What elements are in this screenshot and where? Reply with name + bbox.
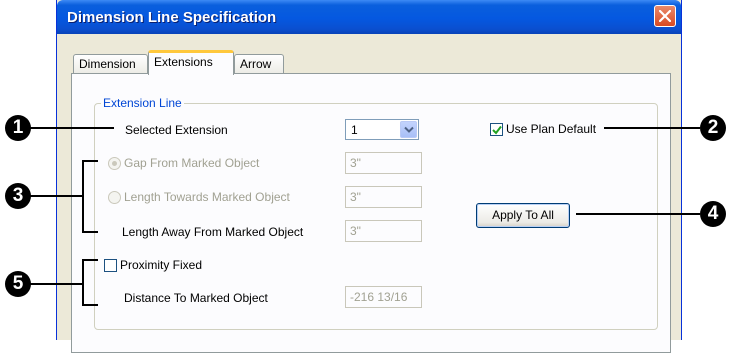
dialog-window: Dimension Line Specification Dimension E… bbox=[56, 0, 682, 353]
selected-extension-label: Selected Extension bbox=[125, 123, 228, 137]
use-plan-default-checkbox[interactable] bbox=[490, 123, 503, 136]
callout-5-bracket-bottom bbox=[82, 304, 98, 306]
callout-1: 1 bbox=[5, 115, 31, 141]
callout-4-leader bbox=[576, 213, 700, 215]
callout-3-bracket bbox=[82, 160, 84, 233]
length-towards-input[interactable] bbox=[345, 186, 422, 208]
distance-to-marked-label: Distance To Marked Object bbox=[124, 291, 268, 305]
callout-1-leader bbox=[30, 127, 114, 129]
tab-dimension[interactable]: Dimension bbox=[73, 54, 148, 74]
tab-extensions[interactable]: Extensions bbox=[148, 50, 234, 75]
length-away-input[interactable] bbox=[345, 220, 422, 242]
callout-4: 4 bbox=[700, 201, 726, 227]
use-plan-default-label[interactable]: Use Plan Default bbox=[506, 122, 596, 136]
tab-arrow[interactable]: Arrow bbox=[234, 54, 284, 74]
title-bar[interactable]: Dimension Line Specification bbox=[57, 0, 681, 34]
gap-from-marked-label: Gap From Marked Object bbox=[124, 156, 260, 170]
callout-3-bracket-bottom bbox=[82, 231, 98, 233]
callout-2: 2 bbox=[700, 115, 726, 141]
length-towards-label: Length Towards Marked Object bbox=[124, 190, 290, 204]
callout-2-leader bbox=[604, 127, 700, 129]
callout-5: 5 bbox=[5, 271, 31, 297]
radio-dot bbox=[112, 161, 117, 166]
close-icon bbox=[659, 10, 671, 22]
distance-to-marked-input[interactable] bbox=[345, 286, 422, 308]
callout-5-bracket bbox=[82, 259, 84, 306]
gap-from-marked-input[interactable] bbox=[345, 152, 422, 174]
callout-3-leader bbox=[30, 195, 82, 197]
proximity-fixed-label[interactable]: Proximity Fixed bbox=[120, 258, 202, 272]
dropdown-button[interactable] bbox=[400, 121, 417, 138]
dialog-title: Dimension Line Specification bbox=[67, 9, 277, 26]
callout-3: 3 bbox=[5, 183, 31, 209]
close-button[interactable] bbox=[654, 5, 676, 27]
selected-extension-select[interactable]: 1 bbox=[345, 119, 419, 140]
group-label: Extension Line bbox=[101, 96, 184, 110]
callout-5-bracket-top bbox=[82, 259, 98, 261]
length-away-label: Length Away From Marked Object bbox=[122, 225, 304, 239]
gap-from-marked-radio[interactable] bbox=[108, 157, 121, 170]
chevron-down-icon bbox=[404, 126, 414, 133]
apply-to-all-button[interactable]: Apply To All bbox=[476, 203, 570, 228]
length-towards-radio[interactable] bbox=[108, 191, 121, 204]
checkmark-icon bbox=[492, 125, 502, 135]
callout-3-bracket-top bbox=[82, 160, 98, 162]
callout-5-leader bbox=[30, 283, 82, 285]
selected-extension-value: 1 bbox=[351, 123, 358, 137]
proximity-fixed-checkbox[interactable] bbox=[104, 259, 117, 272]
